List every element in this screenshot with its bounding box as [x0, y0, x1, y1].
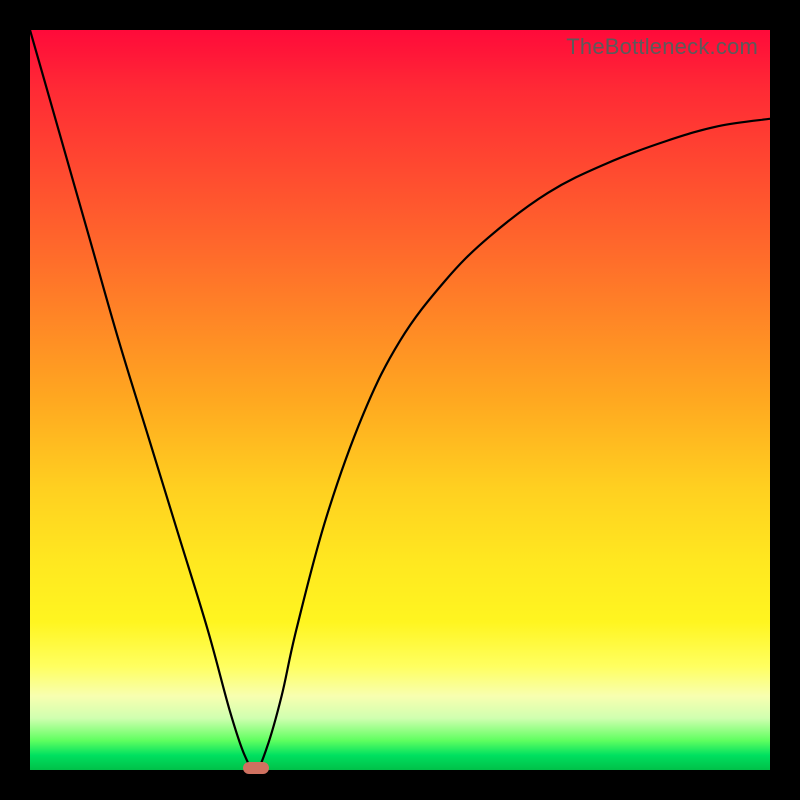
plot-area: TheBottleneck.com	[30, 30, 770, 770]
minimum-marker	[243, 762, 269, 774]
chart-frame: TheBottleneck.com	[0, 0, 800, 800]
bottleneck-curve	[30, 30, 770, 770]
